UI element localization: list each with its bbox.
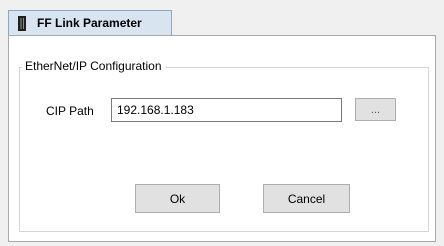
ff-link-parameter-dialog: FF Link Parameter EtherNet/IP Configurat… — [0, 0, 444, 246]
cip-path-input[interactable] — [111, 98, 342, 122]
ethernet-ip-config-group — [19, 67, 429, 232]
cip-path-label: CIP Path — [46, 104, 94, 118]
cancel-button[interactable]: Cancel — [263, 184, 350, 213]
tab-label: FF Link Parameter — [37, 16, 142, 30]
group-title: EtherNet/IP Configuration — [22, 59, 166, 73]
ok-button[interactable]: Ok — [135, 184, 220, 213]
ff-device-icon — [18, 16, 26, 31]
tab-ff-link-parameter[interactable]: FF Link Parameter — [8, 10, 172, 36]
browse-button[interactable]: ... — [355, 98, 396, 121]
